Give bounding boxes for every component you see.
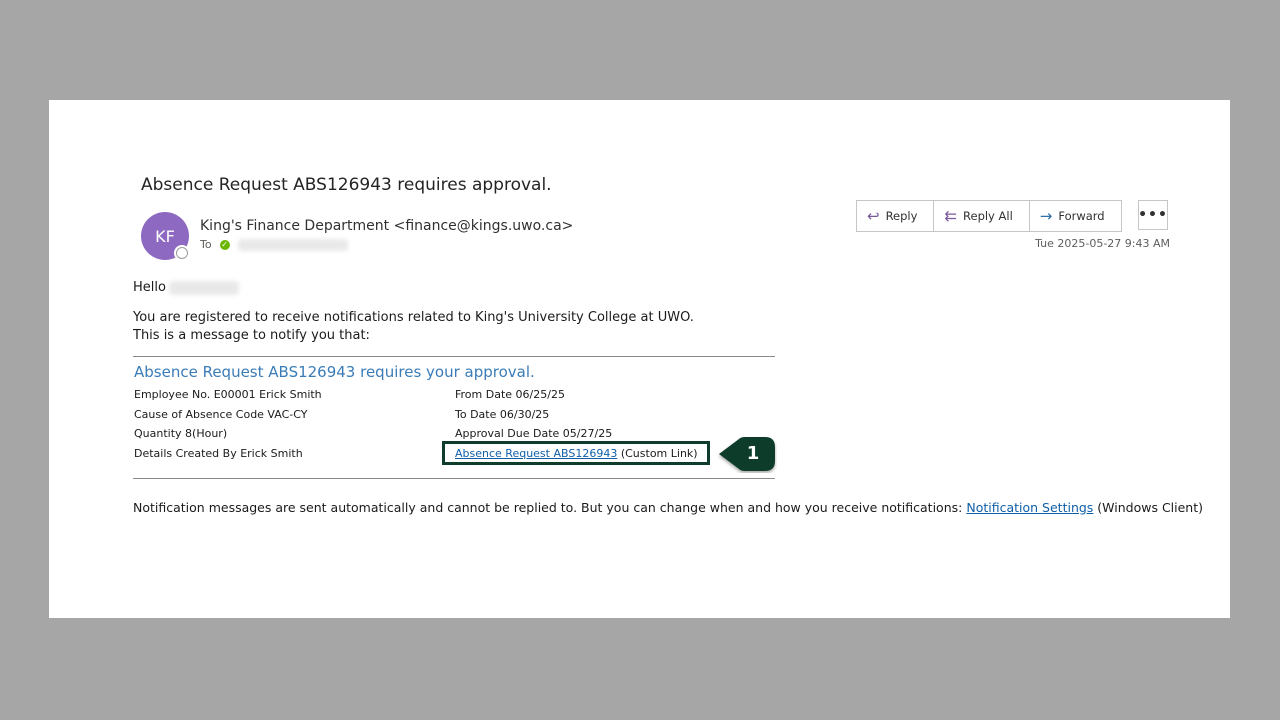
notification-heading: Absence Request ABS126943 requires your …: [134, 363, 535, 381]
link-highlight-box: [442, 441, 710, 465]
received-date: Tue 2025-05-27 9:43 AM: [1035, 237, 1170, 250]
recipient-redacted[interactable]: [237, 238, 348, 251]
greeting-text: Hello: [133, 280, 166, 295]
intro-line-2: This is a message to notify you that:: [133, 328, 370, 343]
employee-detail: Employee No. E00001 Erick Smith: [134, 388, 322, 401]
reply-button[interactable]: ↩ Reply: [857, 201, 935, 231]
divider-bottom: [133, 478, 775, 479]
intro-line-1: You are registered to receive notificati…: [133, 310, 694, 325]
greeting: Hello: [133, 280, 1193, 295]
callout-number: 1: [746, 443, 760, 464]
forward-label: Forward: [1058, 209, 1105, 223]
message-actions: ↩ Reply ⇇ Reply All → Forward: [856, 200, 1122, 232]
sender-name[interactable]: King's Finance Department <finance@kings…: [200, 218, 573, 234]
reply-icon: ↩: [867, 207, 880, 225]
presence-available-icon: ✓: [219, 239, 230, 250]
more-actions-button[interactable]: •••: [1138, 200, 1168, 230]
footer-text: Notification messages are sent automatic…: [133, 500, 963, 515]
footer-suffix: (Windows Client): [1097, 500, 1204, 515]
quantity-detail: Quantity 8(Hour): [134, 427, 228, 440]
cause-detail: Cause of Absence Code VAC-CY: [134, 407, 308, 421]
from-date-detail: From Date 06/25/25: [455, 388, 565, 401]
reply-all-icon: ⇇: [944, 207, 958, 225]
email-subject: Absence Request ABS126943 requires appro…: [141, 175, 552, 195]
forward-icon: →: [1039, 207, 1053, 225]
forward-button[interactable]: → Forward: [1030, 201, 1121, 231]
email-body: Hello You are registered to receive noti…: [133, 280, 1203, 515]
notification-settings-link[interactable]: Notification Settings: [966, 500, 1093, 515]
reply-label: Reply: [885, 209, 918, 223]
reply-all-label: Reply All: [963, 209, 1013, 223]
greeting-name-redacted: [168, 280, 239, 295]
presence-indicator: [176, 247, 188, 259]
to-label: To: [200, 238, 212, 251]
footer-note: Notification messages are sent automatic…: [133, 500, 1203, 515]
recipient-row: To ✓: [200, 238, 348, 251]
intro-text: You are registered to receive notificati…: [133, 309, 1193, 345]
created-by-detail: Details Created By Erick Smith: [134, 446, 303, 460]
to-date-detail: To Date 06/30/25: [455, 407, 550, 421]
email-reading-pane: Absence Request ABS126943 requires appro…: [49, 100, 1230, 618]
reply-all-button[interactable]: ⇇ Reply All: [934, 201, 1030, 231]
divider-top: [133, 356, 775, 357]
